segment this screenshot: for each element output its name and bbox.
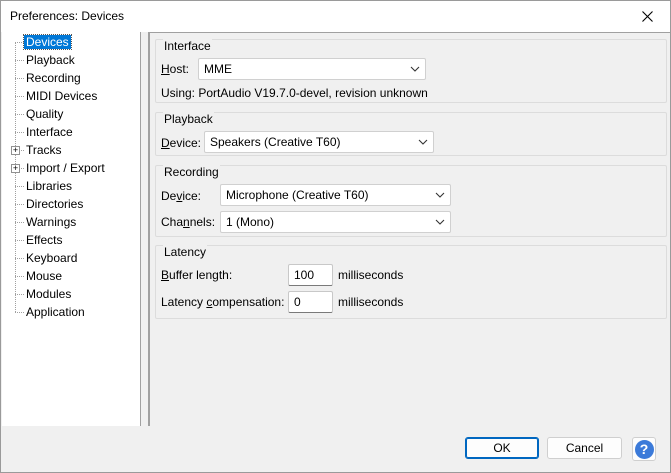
playback-device-value: Speakers (Creative T60) xyxy=(210,135,341,149)
host-select[interactable]: MME xyxy=(198,58,426,80)
tree-item-mouse[interactable]: Mouse xyxy=(24,268,64,284)
tracks-expander-icon[interactable]: + xyxy=(11,146,20,155)
interface-group: Interface Host: MME Using: PortAudio V19… xyxy=(155,39,667,103)
latency-compensation-label: Latency compensation: xyxy=(161,295,285,309)
import-export-expander-icon[interactable]: + xyxy=(11,164,20,173)
buffer-length-label: Buffer length: xyxy=(161,268,233,282)
tree-item-directories[interactable]: Directories xyxy=(24,196,85,212)
tree-item-recording[interactable]: Recording xyxy=(24,70,83,86)
tree-item-midi-devices[interactable]: MIDI Devices xyxy=(24,88,99,104)
tree-item-import-export[interactable]: Import / Export xyxy=(24,160,107,176)
chevron-down-icon xyxy=(435,219,445,225)
channels-label: Channels: xyxy=(161,215,216,229)
tree-item-playback[interactable]: Playback xyxy=(24,52,77,68)
tree-item-interface[interactable]: Interface xyxy=(24,124,75,140)
host-select-value: MME xyxy=(204,62,232,76)
chevron-down-icon xyxy=(410,66,420,72)
host-label: Host: xyxy=(161,62,190,76)
playback-group-title: Playback xyxy=(163,112,214,126)
buffer-unit-label: milliseconds xyxy=(338,268,404,282)
buffer-length-input[interactable]: 100 xyxy=(288,264,333,286)
compensation-unit-label: milliseconds xyxy=(338,295,404,309)
portaudio-version-text: Using: PortAudio V19.7.0-devel, revision… xyxy=(161,86,428,100)
title-bar: Preferences: Devices xyxy=(1,1,670,32)
settings-panel: Interface Host: MME Using: PortAudio V19… xyxy=(148,32,670,426)
cancel-button[interactable]: Cancel xyxy=(547,437,622,459)
recording-group-title: Recording xyxy=(163,165,220,179)
tree-item-warnings[interactable]: Warnings xyxy=(24,214,78,230)
tree-item-modules[interactable]: Modules xyxy=(24,286,73,302)
channels-value: 1 (Mono) xyxy=(226,215,275,229)
preferences-dialog: Preferences: Devices Devices Playback Re… xyxy=(0,0,671,473)
recording-device-value: Microphone (Creative T60) xyxy=(226,188,369,202)
interface-group-title: Interface xyxy=(163,39,212,53)
chevron-down-icon xyxy=(435,192,445,198)
tree-item-effects[interactable]: Effects xyxy=(24,232,64,248)
latency-group: Latency Buffer length: 100 milliseconds … xyxy=(155,245,667,319)
help-button[interactable]: ? xyxy=(632,437,656,461)
tree-item-quality[interactable]: Quality xyxy=(24,106,65,122)
tree-connector-line xyxy=(15,42,16,312)
chevron-down-icon xyxy=(418,139,428,145)
ok-button[interactable]: OK xyxy=(465,437,539,459)
category-tree[interactable]: Devices Playback Recording MIDI Devices … xyxy=(2,32,141,426)
recording-device-select[interactable]: Microphone (Creative T60) xyxy=(220,184,451,206)
help-icon: ? xyxy=(634,439,654,459)
tree-item-application[interactable]: Application xyxy=(24,304,87,320)
latency-group-title: Latency xyxy=(163,245,208,259)
window-title: Preferences: Devices xyxy=(10,9,125,23)
close-button[interactable] xyxy=(624,1,670,32)
playback-device-select[interactable]: Speakers (Creative T60) xyxy=(204,131,434,153)
channels-select[interactable]: 1 (Mono) xyxy=(220,211,451,233)
playback-group: Playback Device: Speakers (Creative T60) xyxy=(155,112,667,156)
recording-group: Recording Device: Microphone (Creative T… xyxy=(155,165,667,237)
close-icon xyxy=(641,11,653,22)
recording-device-label: Device: xyxy=(161,189,202,203)
tree-item-keyboard[interactable]: Keyboard xyxy=(24,250,79,266)
playback-device-label: Device: xyxy=(161,136,202,150)
tree-item-tracks[interactable]: Tracks xyxy=(24,142,64,158)
latency-compensation-input[interactable]: 0 xyxy=(288,291,333,313)
tree-item-libraries[interactable]: Libraries xyxy=(24,178,74,194)
tree-item-devices[interactable]: Devices xyxy=(23,34,72,50)
